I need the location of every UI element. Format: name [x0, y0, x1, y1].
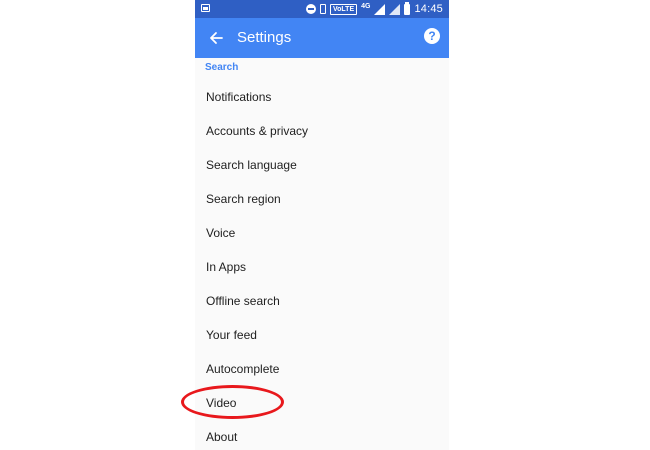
- status-bar: VoLTE 4G 14:45: [195, 0, 449, 18]
- help-button[interactable]: ?: [424, 28, 440, 44]
- settings-item-about[interactable]: About: [195, 420, 449, 450]
- settings-item-autocomplete[interactable]: Autocomplete: [195, 352, 449, 386]
- settings-item-search-region[interactable]: Search region: [195, 182, 449, 216]
- app-bar: Settings ?: [195, 18, 449, 58]
- settings-item-notifications[interactable]: Notifications: [195, 80, 449, 114]
- page-title: Settings: [237, 29, 292, 46]
- settings-item-in-apps[interactable]: In Apps: [195, 250, 449, 284]
- status-time: 14:45: [414, 3, 443, 15]
- page: VoLTE 4G 14:45 Settings ? Search Notific…: [0, 0, 650, 450]
- settings-item-voice[interactable]: Voice: [195, 216, 449, 250]
- image-notification-icon: [201, 4, 210, 12]
- network-type-label: 4G: [361, 3, 371, 10]
- settings-list: Notifications Accounts & privacy Search …: [195, 80, 449, 450]
- status-icons: VoLTE 4G 14:45: [305, 1, 443, 16]
- vibrate-icon: [319, 4, 326, 14]
- signal-strength-icon: [374, 3, 386, 15]
- settings-item-video[interactable]: Video: [195, 386, 449, 420]
- settings-item-offline-search[interactable]: Offline search: [195, 284, 449, 318]
- section-header-search: Search: [205, 62, 239, 73]
- settings-item-search-language[interactable]: Search language: [195, 148, 449, 182]
- settings-item-accounts-privacy[interactable]: Accounts & privacy: [195, 114, 449, 148]
- volte-badge: VoLTE: [329, 3, 358, 15]
- arrow-back-icon: [210, 32, 223, 44]
- settings-item-your-feed[interactable]: Your feed: [195, 318, 449, 352]
- signal-strength-icon-2: [389, 3, 401, 15]
- phone-screen: VoLTE 4G 14:45 Settings ? Search Notific…: [195, 0, 449, 450]
- battery-icon: [404, 1, 411, 15]
- do-not-disturb-icon: [305, 4, 316, 14]
- back-button[interactable]: [202, 24, 230, 52]
